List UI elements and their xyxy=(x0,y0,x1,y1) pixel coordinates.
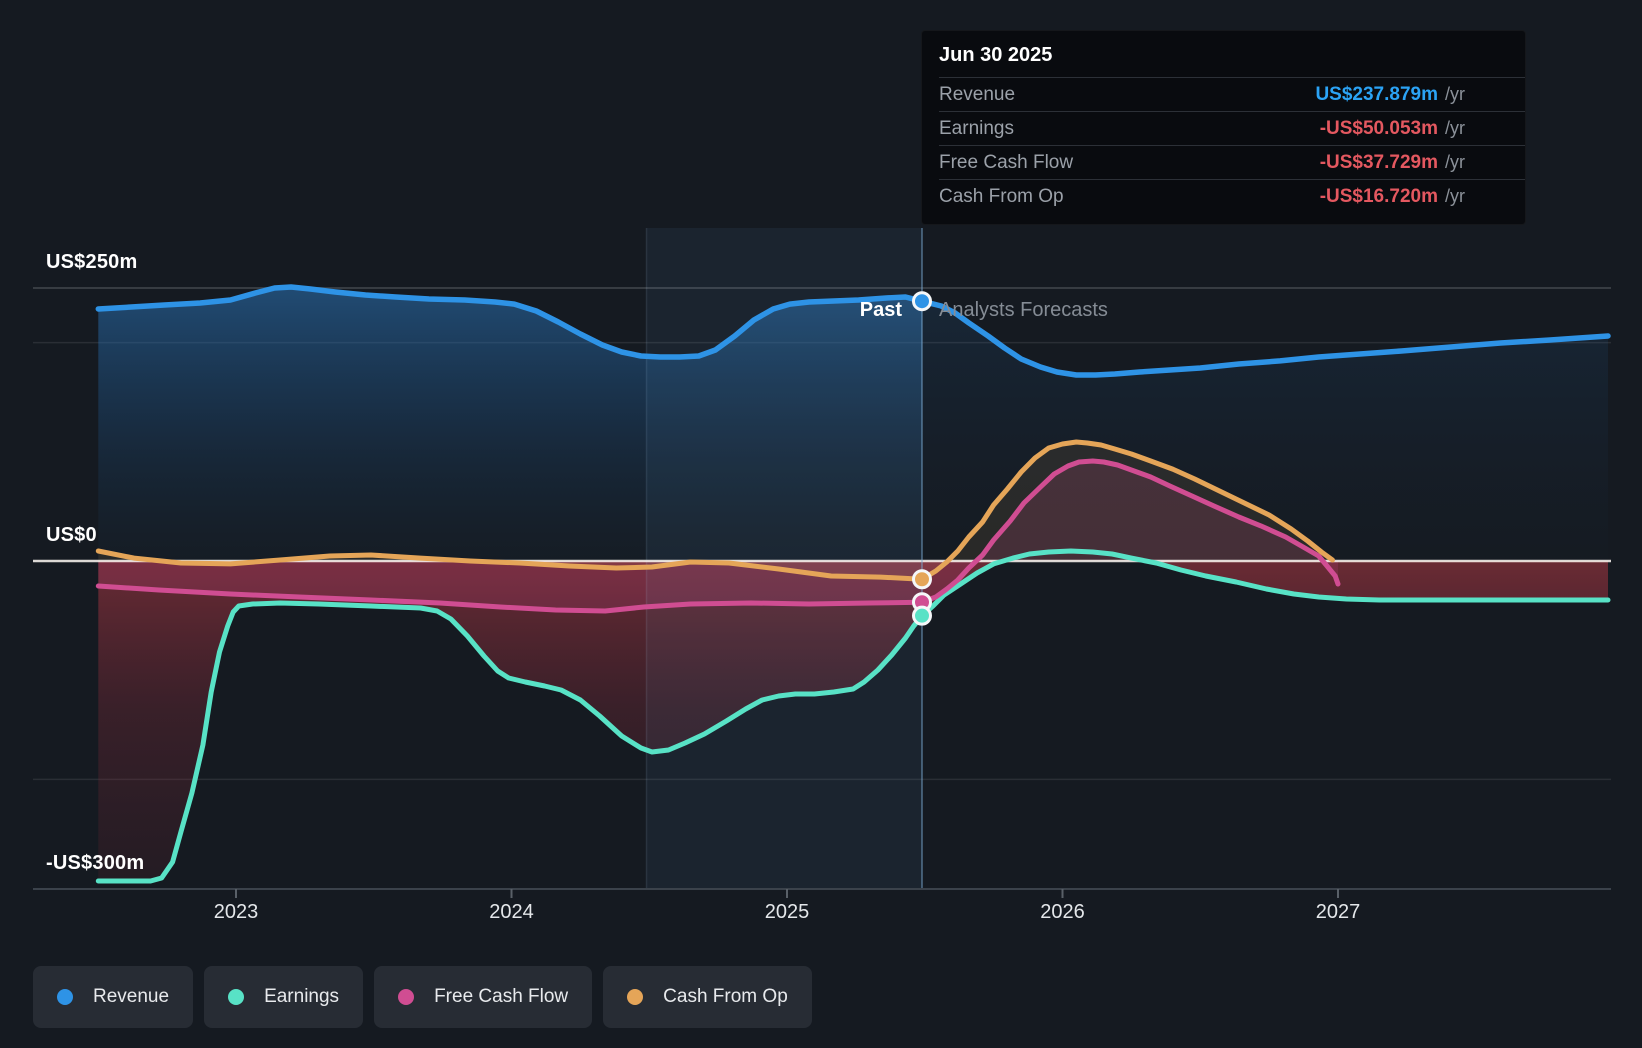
chart-legend: Revenue Earnings Free Cash Flow Cash Fro… xyxy=(33,966,812,1028)
legend-label: Cash From Op xyxy=(663,986,788,1007)
legend-label: Free Cash Flow xyxy=(434,986,569,1007)
earnings-revenue-growth-chart: US$250m US$0 -US$300m 2023 2024 2025 2026 2027… xyxy=(0,0,1642,1048)
revenue-divider-marker xyxy=(911,291,932,312)
legend-item-free-cash-flow[interactable]: Free Cash Flow xyxy=(374,966,593,1028)
last-12-months-highlight-band xyxy=(646,228,922,889)
x-axis-ticks xyxy=(235,889,1339,898)
earnings-divider-marker xyxy=(911,605,932,626)
free-cash-flow-dot-icon xyxy=(398,989,415,1005)
legend-label: Earnings xyxy=(264,986,340,1007)
legend-item-earnings[interactable]: Earnings xyxy=(204,966,364,1028)
chart-plot-area[interactable] xyxy=(0,0,1642,1048)
revenue-dot-icon xyxy=(57,989,73,1005)
legend-item-cash-from-op[interactable]: Cash From Op xyxy=(603,966,812,1028)
legend-item-revenue[interactable]: Revenue xyxy=(33,966,194,1028)
earnings-dot-icon xyxy=(228,989,245,1005)
legend-label: Revenue xyxy=(93,986,170,1007)
cashop-divider-marker xyxy=(911,569,932,590)
x-axis xyxy=(33,888,1611,898)
cash-from-op-dot-icon xyxy=(627,989,644,1005)
